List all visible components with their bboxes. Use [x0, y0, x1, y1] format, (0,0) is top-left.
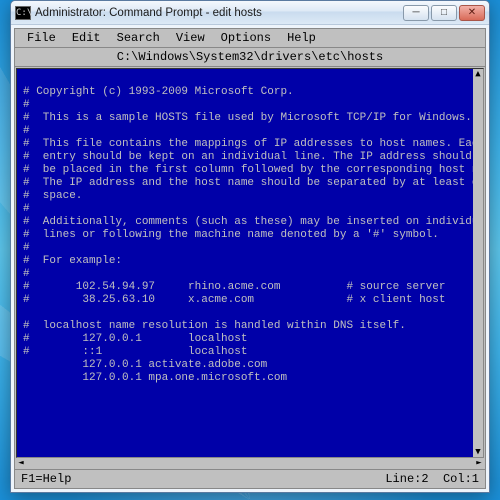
window-icon: C:\: [15, 6, 31, 20]
editor-line: # lines or following the machine name de…: [23, 229, 439, 241]
editor-line: # 38.25.63.10 x.acme.com # x client host: [23, 294, 445, 306]
scroll-up-icon[interactable]: ▲: [473, 69, 483, 79]
file-path: C:\Windows\System32\drivers\etc\hosts: [15, 48, 485, 67]
vertical-scrollbar[interactable]: ▲ ▼: [473, 69, 483, 457]
status-help: F1=Help: [21, 470, 71, 488]
editor-line: # entry should be kept on an individual …: [23, 151, 472, 163]
editor-line: #: [23, 125, 30, 137]
editor-line: # The IP address and the host name shoul…: [23, 177, 484, 189]
status-bar: F1=Help Line:2 Col:1: [15, 469, 485, 488]
status-line-value: 2: [421, 470, 428, 488]
editor-line: # be placed in the first column followed…: [23, 164, 484, 176]
text-editor-area[interactable]: # Copyright (c) 1993-2009 Microsoft Corp…: [16, 68, 484, 458]
status-col-label: Col:: [443, 470, 472, 488]
titlebar[interactable]: C:\ Administrator: Command Prompt - edit…: [11, 1, 489, 25]
menu-view[interactable]: View: [168, 29, 213, 47]
editor-line: #: [23, 203, 30, 215]
editor-line: # space.: [23, 190, 82, 202]
status-line-label: Line:: [385, 470, 421, 488]
scroll-down-icon[interactable]: ▼: [473, 447, 483, 457]
editor-line: # 127.0.0.1 localhost: [23, 333, 247, 345]
editor-line: # 102.54.94.97 rhino.acme.com # source s…: [23, 281, 445, 293]
editor-line: # This is a sample HOSTS file used by Mi…: [23, 112, 472, 124]
command-prompt-window: C:\ Administrator: Command Prompt - edit…: [10, 0, 490, 493]
editor-line: # This file contains the mappings of IP …: [23, 138, 484, 150]
editor-line: #: [23, 268, 30, 280]
editor-line: 127.0.0.1 activate.adobe.com: [23, 359, 267, 371]
editor-line: # Additionally, comments (such as these)…: [23, 216, 484, 228]
menu-help[interactable]: Help: [279, 29, 324, 47]
editor-line: # Copyright (c) 1993-2009 Microsoft Corp…: [23, 86, 294, 98]
menu-search[interactable]: Search: [109, 29, 168, 47]
minimize-button[interactable]: ─: [403, 5, 429, 21]
close-button[interactable]: ✕: [459, 5, 485, 21]
horizontal-scrollbar[interactable]: ◄ ►: [16, 458, 484, 468]
scroll-left-icon[interactable]: ◄: [16, 458, 26, 468]
editor-line: #: [23, 242, 30, 254]
editor-line: #: [23, 99, 30, 111]
editor-line: # localhost name resolution is handled w…: [23, 320, 406, 332]
scroll-right-icon[interactable]: ►: [474, 458, 484, 468]
menubar: File Edit Search View Options Help: [15, 29, 485, 48]
editor-line: # ::1 localhost: [23, 346, 247, 358]
status-col-value: 1: [472, 470, 479, 488]
menu-file[interactable]: File: [19, 29, 64, 47]
menu-options[interactable]: Options: [213, 29, 279, 47]
editor-line: # For example:: [23, 255, 122, 267]
window-title: Administrator: Command Prompt - edit hos…: [35, 7, 403, 19]
menu-edit[interactable]: Edit: [64, 29, 109, 47]
editor-line: 127.0.0.1 mpa.one.microsoft.com: [23, 372, 287, 384]
maximize-button[interactable]: □: [431, 5, 457, 21]
editor-chrome: File Edit Search View Options Help C:\Wi…: [14, 28, 486, 489]
